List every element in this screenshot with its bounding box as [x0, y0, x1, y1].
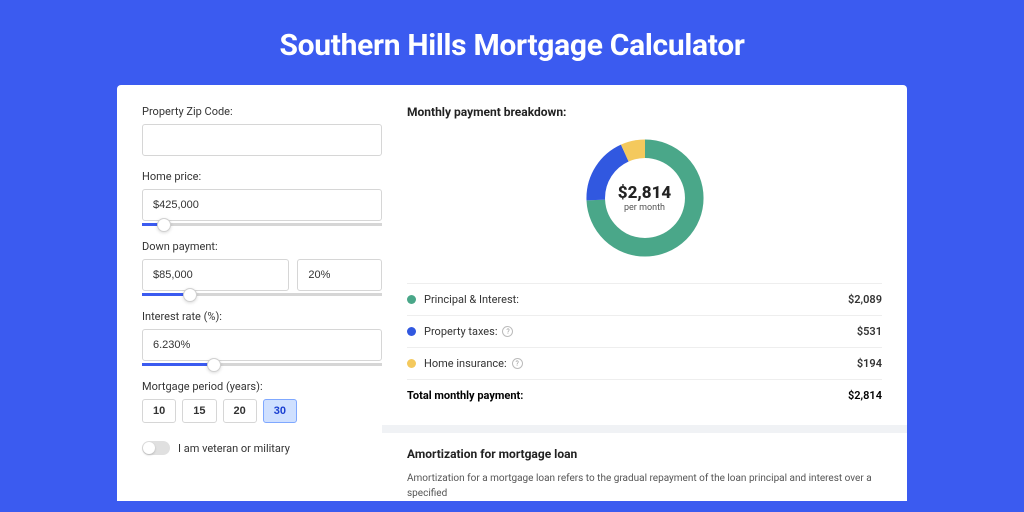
interest-rate-slider-thumb[interactable]	[207, 358, 221, 372]
amortization-title: Amortization for mortgage loan	[407, 447, 882, 461]
calculator-panel: Property Zip Code: Home price: Down paym…	[117, 85, 907, 501]
down-payment-amount-input[interactable]	[142, 259, 289, 291]
total-value: $2,814	[848, 389, 882, 402]
total-label: Total monthly payment:	[407, 389, 848, 402]
breakdown-item-value: $2,089	[848, 293, 882, 306]
donut-amount: $2,814	[618, 183, 671, 203]
period-button-15[interactable]: 15	[182, 399, 216, 423]
veteran-toggle-label: I am veteran or military	[178, 442, 290, 455]
interest-rate-field-group: Interest rate (%):	[142, 310, 382, 366]
home-price-field-group: Home price:	[142, 170, 382, 226]
interest-rate-input[interactable]	[142, 329, 382, 361]
help-icon[interactable]: ?	[512, 358, 523, 369]
dot-icon	[407, 327, 416, 336]
breakdown-item-label: Principal & Interest:	[424, 293, 848, 306]
home-price-input[interactable]	[142, 189, 382, 221]
down-payment-field-group: Down payment:	[142, 240, 382, 296]
donut-label: per month	[624, 203, 665, 213]
interest-rate-label: Interest rate (%):	[142, 310, 382, 323]
form-column: Property Zip Code: Home price: Down paym…	[142, 105, 382, 501]
home-price-slider-thumb[interactable]	[157, 218, 171, 232]
page-title: Southern Hills Mortgage Calculator	[279, 28, 744, 63]
breakdown-item-label: Home insurance: ?	[424, 357, 857, 370]
interest-rate-slider[interactable]	[142, 363, 382, 366]
down-payment-slider[interactable]	[142, 293, 382, 296]
breakdown-total: Total monthly payment: $2,814	[407, 379, 882, 411]
mortgage-period-label: Mortgage period (years):	[142, 380, 382, 393]
period-button-30[interactable]: 30	[263, 399, 297, 423]
amortization-text: Amortization for a mortgage loan refers …	[407, 471, 882, 501]
mortgage-period-field-group: Mortgage period (years): 10 15 20 30	[142, 380, 382, 423]
down-payment-slider-thumb[interactable]	[183, 288, 197, 302]
down-payment-label: Down payment:	[142, 240, 382, 253]
zip-field-group: Property Zip Code:	[142, 105, 382, 156]
dot-icon	[407, 359, 416, 368]
help-icon[interactable]: ?	[502, 326, 513, 337]
breakdown-column: Monthly payment breakdown: $2,814 per mo…	[407, 105, 882, 501]
breakdown-title: Monthly payment breakdown:	[407, 105, 882, 119]
veteran-toggle[interactable]	[142, 441, 170, 455]
zip-label: Property Zip Code:	[142, 105, 382, 118]
period-button-10[interactable]: 10	[142, 399, 176, 423]
breakdown-item-value: $194	[857, 357, 882, 370]
period-buttons: 10 15 20 30	[142, 399, 382, 423]
home-price-label: Home price:	[142, 170, 382, 183]
dot-icon	[407, 295, 416, 304]
home-price-slider[interactable]	[142, 223, 382, 226]
period-button-20[interactable]: 20	[223, 399, 257, 423]
amortization-section: Amortization for mortgage loan Amortizat…	[382, 425, 907, 501]
veteran-toggle-row: I am veteran or military	[142, 441, 382, 455]
breakdown-item-taxes: Property taxes: ? $531	[407, 315, 882, 347]
payment-donut-chart: $2,814 per month	[580, 133, 710, 263]
breakdown-item-insurance: Home insurance: ? $194	[407, 347, 882, 379]
zip-input[interactable]	[142, 124, 382, 156]
breakdown-item-value: $531	[857, 325, 882, 338]
down-payment-percent-input[interactable]	[297, 259, 382, 291]
breakdown-item-label: Property taxes: ?	[424, 325, 857, 338]
breakdown-item-principal: Principal & Interest: $2,089	[407, 283, 882, 315]
